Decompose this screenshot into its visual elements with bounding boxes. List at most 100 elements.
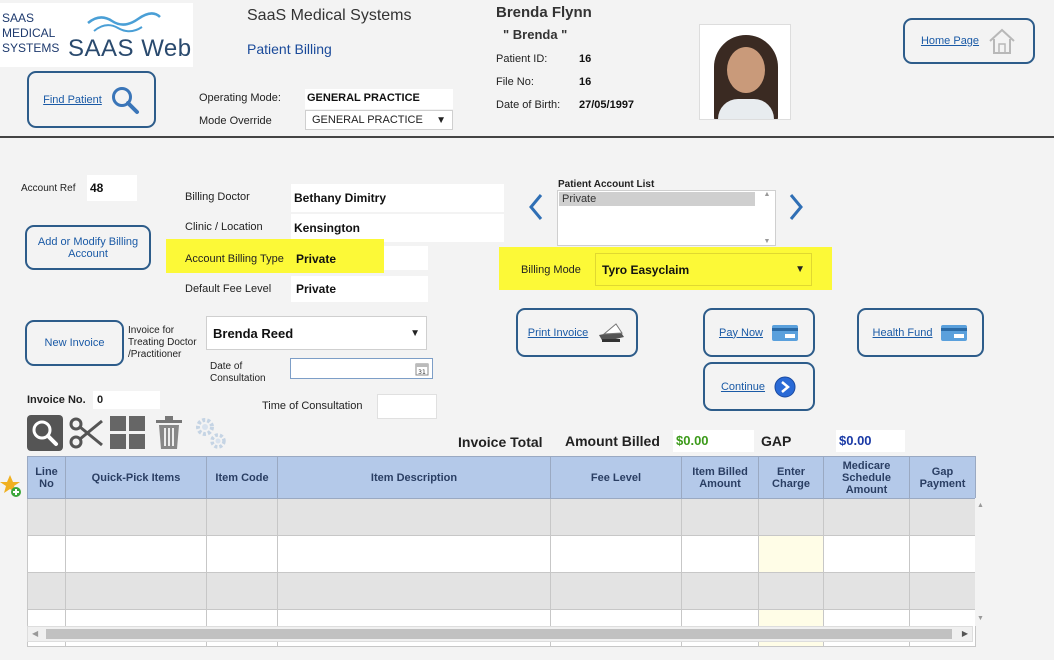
logo-text: SAAS MEDICAL SYSTEMS [2, 11, 60, 55]
patient-photo [699, 24, 791, 120]
column-header[interactable]: Item Description [277, 456, 551, 499]
search-icon [32, 420, 58, 446]
mode-override-value: GENERAL PRACTICE [312, 114, 423, 126]
scroll-up-icon[interactable]: ▲ [977, 502, 984, 509]
chevron-down-icon: ▼ [436, 114, 446, 126]
search-tool-button[interactable] [27, 415, 63, 451]
billing-doctor-label: Billing Doctor [185, 191, 250, 203]
treating-doctor-select[interactable]: Brenda Reed ▼ [206, 316, 427, 350]
column-header[interactable]: Quick-Pick Items [65, 456, 207, 499]
print-invoice-label: Print Invoice [527, 326, 589, 339]
scroll-right-icon[interactable]: ▶ [962, 629, 968, 638]
table-row[interactable] [27, 572, 976, 610]
credit-card-icon [941, 324, 968, 341]
column-header[interactable]: Line No [27, 456, 66, 499]
health-fund-label: Health Fund [872, 326, 933, 339]
account-ref-value: 48 [87, 175, 137, 201]
invoice-no-label: Invoice No. [27, 394, 86, 406]
logo-word: SAAS Web [68, 35, 192, 62]
billing-doctor-value: Bethany Dimitry [291, 184, 504, 212]
column-header[interactable]: Medicare Schedule Amount [823, 456, 910, 499]
home-page-label: Home Page [920, 35, 980, 47]
account-billing-type-value: Private [296, 252, 337, 266]
find-patient-button[interactable]: Find Patient [27, 71, 156, 128]
add-modify-billing-account-button[interactable]: Add or Modify Billing Account [25, 225, 151, 270]
calendar-icon[interactable]: 31 [415, 362, 429, 376]
gap-value: $0.00 [836, 430, 905, 452]
billing-mode-label: Billing Mode [521, 264, 581, 276]
new-invoice-label: New Invoice [44, 337, 105, 349]
logo-waves-icon [87, 12, 161, 33]
continue-button[interactable]: Continue [703, 362, 815, 411]
list-item[interactable]: Private [559, 192, 755, 206]
patient-id-value: 16 [579, 53, 592, 65]
find-patient-label: Find Patient [43, 93, 102, 106]
date-of-consultation-input[interactable]: 31 [290, 358, 433, 379]
trash-icon[interactable] [153, 415, 185, 451]
home-page-button[interactable]: Home Page [903, 18, 1035, 64]
default-fee-level-value: Private [291, 276, 428, 302]
next-account-arrow-icon[interactable] [787, 192, 805, 222]
scrollbar-thumb[interactable] [46, 629, 952, 639]
new-invoice-button[interactable]: New Invoice [25, 320, 124, 366]
table-row[interactable] [27, 535, 976, 573]
amount-billed-value: $0.00 [673, 430, 754, 452]
date-of-consultation-label: Date of Consultation [210, 361, 266, 384]
table-horizontal-scrollbar[interactable]: ◀ ▶ [27, 626, 973, 642]
column-header[interactable]: Fee Level [550, 456, 682, 499]
table-row[interactable] [27, 498, 976, 536]
patient-account-list[interactable]: Private ▲ ▼ [557, 190, 776, 246]
invoice-total-label: Invoice Total [458, 434, 543, 450]
scissors-icon[interactable] [67, 415, 105, 451]
account-billing-type-label: Account Billing Type [185, 253, 284, 265]
continue-label: Continue [720, 380, 766, 393]
amount-billed-label: Amount Billed [565, 433, 660, 449]
enter-charge-cell[interactable] [758, 498, 824, 536]
settings-gears-icon[interactable] [192, 414, 230, 452]
dob-label: Date of Birth: [496, 99, 561, 111]
time-of-consultation-input[interactable] [377, 394, 437, 419]
column-header[interactable]: Gap Payment [909, 456, 976, 499]
treating-doctor-label: Invoice for Treating Doctor /Practitione… [128, 325, 197, 360]
operating-mode-label: Operating Mode: [199, 92, 281, 104]
gap-label: GAP [761, 433, 792, 449]
scroll-down-icon[interactable]: ▼ [977, 615, 984, 622]
svg-text:31: 31 [418, 369, 426, 376]
grid-view-icon[interactable] [109, 415, 147, 451]
mode-override-label: Mode Override [199, 115, 272, 127]
scroll-left-icon[interactable]: ◀ [32, 629, 38, 638]
enter-charge-cell[interactable] [758, 572, 824, 610]
time-of-consultation-label: Time of Consultation [262, 400, 363, 412]
clinic-location-value: Kensington [291, 214, 504, 242]
scroll-up-icon[interactable]: ▲ [764, 191, 771, 198]
account-billing-type-extra [384, 246, 428, 270]
previous-account-arrow-icon[interactable] [527, 192, 545, 222]
mode-override-select[interactable]: GENERAL PRACTICE ▼ [305, 110, 453, 130]
scroll-down-icon[interactable]: ▼ [764, 238, 771, 245]
health-fund-button[interactable]: Health Fund [857, 308, 984, 357]
brand-logo: SAAS MEDICAL SYSTEMS SAAS Web [0, 3, 193, 67]
pay-now-button[interactable]: Pay Now [703, 308, 815, 357]
patient-nickname: " Brenda " [503, 27, 568, 42]
invoice-items-table: Line No Quick-Pick Items Item Code Item … [27, 456, 976, 647]
print-invoice-button[interactable]: Print Invoice [516, 308, 638, 357]
column-header[interactable]: Enter Charge [758, 456, 824, 499]
add-favourite-icon[interactable] [0, 473, 24, 499]
table-vertical-scrollbar[interactable]: ▲ ▼ [975, 498, 988, 626]
column-header[interactable]: Item Billed Amount [681, 456, 759, 499]
patient-name: Brenda Flynn [496, 4, 592, 21]
enter-charge-cell[interactable] [758, 535, 824, 573]
billing-mode-select[interactable]: Tyro Easyclaim ▼ [595, 253, 812, 286]
page-subtitle: Patient Billing [247, 41, 332, 57]
account-ref-label: Account Ref [21, 183, 76, 194]
file-no-value: 16 [579, 76, 592, 88]
home-icon [989, 28, 1015, 54]
column-header[interactable]: Item Code [206, 456, 278, 499]
chevron-down-icon: ▼ [410, 327, 420, 339]
clinic-location-label: Clinic / Location [185, 221, 263, 233]
billing-mode-value: Tyro Easyclaim [602, 262, 690, 277]
credit-card-icon [772, 324, 799, 341]
treating-doctor-value: Brenda Reed [213, 325, 294, 341]
app-title: SaaS Medical Systems [247, 7, 412, 24]
printer-icon [599, 322, 625, 342]
